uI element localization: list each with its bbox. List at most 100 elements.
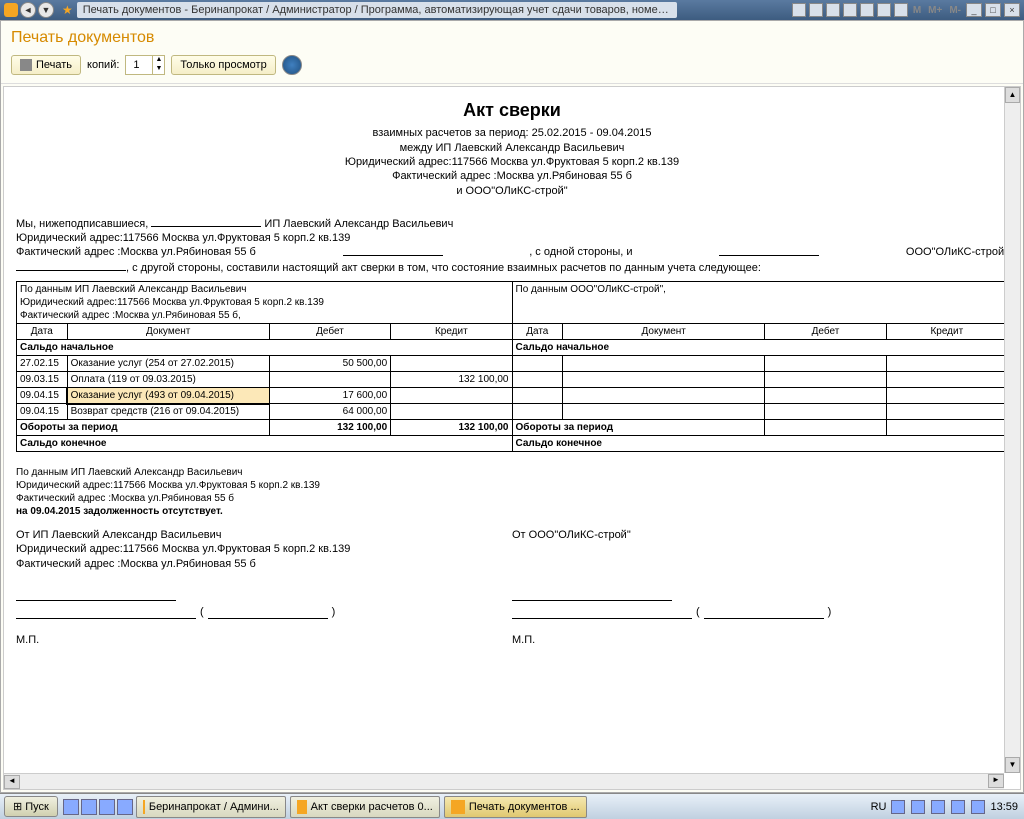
turnover-row: Обороты за период 132 100,00 132 100,00 … — [17, 420, 1008, 436]
start-icon: ⊞ — [13, 800, 22, 813]
taskbar-item[interactable]: Беринапрокат / Админи... — [136, 796, 286, 818]
table-row[interactable]: 27.02.15Оказание услуг (254 от 27.02.201… — [17, 356, 1008, 372]
copies-label: копий: — [87, 59, 119, 71]
tool-icon-2[interactable] — [809, 3, 823, 17]
app-window: Печать документов Печать копий: ▲ ▼ Толь… — [0, 20, 1024, 793]
toolbar: Печать копий: ▲ ▼ Только просмотр — [1, 51, 1023, 84]
preamble: Мы, нижеподписавшиеся, ИП Лаевский Алекс… — [16, 216, 1008, 275]
taskbar-item[interactable]: Печать документов ... — [444, 796, 587, 818]
tool-icon-1[interactable] — [792, 3, 806, 17]
doc-sub2: между ИП Лаевский Александр Васильевич — [16, 141, 1008, 155]
nav-fwd-button[interactable]: ▼ — [38, 2, 54, 18]
maximize-button[interactable]: □ — [985, 3, 1001, 17]
table-row[interactable]: 09.03.15Оплата (119 от 09.03.2015)132 10… — [17, 372, 1008, 388]
print-label: Печать — [36, 59, 72, 71]
table-row[interactable]: 09.04.15Возврат средств (216 от 09.04.20… — [17, 404, 1008, 420]
taskbar-item[interactable]: Акт сверки расчетов 0... — [290, 796, 440, 818]
favorite-icon[interactable]: ★ — [62, 3, 73, 17]
printer-icon — [20, 59, 32, 71]
debt-status: на 09.04.2015 задолженность отсутствует. — [16, 505, 1008, 518]
pre3c: ООО"ОЛиКС-строй" — [906, 245, 1008, 259]
taskbar: ⊞ Пуск Беринапрокат / Админи...Акт сверк… — [0, 793, 1024, 819]
sig-combo-right: () — [512, 605, 1008, 619]
sig-line-right — [512, 585, 672, 601]
clock[interactable]: 13:59 — [990, 801, 1018, 813]
doc-sub1: взаимных расчетов за период: 25.02.2015 … — [16, 126, 1008, 140]
lang-indicator[interactable]: RU — [871, 801, 887, 813]
m-minus-button[interactable]: M- — [947, 5, 963, 16]
saldo-end-row: Сальдо конечное Сальдо конечное — [17, 436, 1008, 452]
doc-sub4: Фактический адрес :Москва ул.Рябиновая 5… — [16, 169, 1008, 183]
blank-2 — [343, 245, 443, 256]
document-content: Акт сверки взаимных расчетов за период: … — [16, 99, 1008, 648]
quick-launch-3[interactable] — [99, 799, 115, 815]
mp-right: М.П. — [512, 633, 1008, 647]
sig-combo-left: () — [16, 605, 512, 619]
tool-icon-3[interactable] — [826, 3, 840, 17]
app-icon — [4, 3, 18, 17]
start-button[interactable]: ⊞ Пуск — [4, 796, 58, 817]
tool-icon-4[interactable] — [843, 3, 857, 17]
m-plus-button[interactable]: M+ — [926, 5, 944, 16]
footer-block: По данным ИП Лаевский Александр Васильев… — [16, 466, 1008, 518]
nav-back-button[interactable]: ◄ — [20, 2, 36, 18]
page-title: Печать документов — [1, 21, 1023, 51]
doc-title: Акт сверки — [16, 99, 1008, 122]
scroll-up[interactable]: ▲ — [1005, 87, 1020, 103]
pre3b: , с одной стороны, и — [529, 245, 632, 259]
tray-icon-2[interactable] — [911, 800, 925, 814]
help-button[interactable] — [282, 55, 302, 75]
sig-left: От ИП Лаевский Александр Васильевич Юрид… — [16, 528, 512, 647]
pre3a: Фактический адрес :Москва ул.Рябиновая 5… — [16, 245, 256, 259]
blank-3 — [719, 245, 819, 256]
col-headers: Дата Документ Дебет Кредит Дата Документ… — [17, 324, 1008, 340]
doc-sub3: Юридический адрес:117566 Москва ул.Фрукт… — [16, 155, 1008, 169]
system-tray: RU 13:59 — [865, 800, 1024, 814]
hdr-right: По данным ООО"ОЛиКС-строй", — [512, 282, 1008, 324]
blank-1 — [151, 216, 261, 227]
quick-launch-1[interactable] — [63, 799, 79, 815]
pre2: Юридический адрес:117566 Москва ул.Фрукт… — [16, 231, 1008, 245]
m-button[interactable]: M — [911, 5, 923, 16]
titlebar: ◄ ▼ ★ Печать документов - Беринапрокат /… — [0, 0, 1024, 20]
tool-icon-6[interactable] — [877, 3, 891, 17]
tool-icon-7[interactable] — [894, 3, 908, 17]
start-label: Пуск — [25, 801, 49, 813]
pre1b: ИП Лаевский Александр Васильевич — [261, 218, 453, 230]
spinner-up[interactable]: ▲ — [152, 56, 164, 65]
window-title: Печать документов - Беринапрокат / Админ… — [77, 2, 677, 18]
quick-launch-4[interactable] — [117, 799, 133, 815]
titlebar-right: M M+ M- _ □ × — [792, 3, 1020, 17]
print-button[interactable]: Печать — [11, 55, 81, 75]
close-button[interactable]: × — [1004, 3, 1020, 17]
sig-right: От ООО"ОЛиКС-строй" () М.П. — [512, 528, 1008, 647]
tray-icon-5[interactable] — [971, 800, 985, 814]
tool-icon-5[interactable] — [860, 3, 874, 17]
copies-input[interactable] — [126, 58, 146, 72]
scrollbar-horizontal[interactable]: ◄ ► — [4, 773, 1004, 789]
quick-launch-2[interactable] — [81, 799, 97, 815]
spinner-down[interactable]: ▼ — [152, 65, 164, 74]
copies-spinner[interactable]: ▲ ▼ — [125, 55, 165, 75]
preview-label: Только просмотр — [180, 59, 266, 71]
scrollbar-vertical[interactable]: ▲ ▼ — [1004, 87, 1020, 773]
tray-icon-4[interactable] — [951, 800, 965, 814]
mp-left: М.П. — [16, 633, 512, 647]
signature-row: От ИП Лаевский Александр Васильевич Юрид… — [16, 528, 1008, 647]
scroll-down[interactable]: ▼ — [1005, 757, 1020, 773]
document-area: Акт сверки взаимных расчетов за период: … — [3, 86, 1021, 790]
sig-line-left — [16, 585, 176, 601]
minimize-button[interactable]: _ — [966, 3, 982, 17]
scroll-right[interactable]: ► — [988, 774, 1004, 788]
tray-icon-3[interactable] — [931, 800, 945, 814]
preview-button[interactable]: Только просмотр — [171, 55, 275, 75]
nav-buttons: ◄ ▼ — [20, 2, 54, 18]
saldo-start-row: Сальдо начальное Сальдо начальное — [17, 340, 1008, 356]
hdr-left: По данным ИП Лаевский Александр Васильев… — [17, 282, 513, 324]
pre1a: Мы, нижеподписавшиеся, — [16, 218, 151, 230]
pre4: , с другой стороны, составили настоящий … — [126, 262, 761, 274]
blank-4 — [16, 260, 126, 271]
table-row[interactable]: 09.04.15Оказание услуг (493 от 09.04.201… — [17, 388, 1008, 404]
tray-icon-1[interactable] — [891, 800, 905, 814]
scroll-left[interactable]: ◄ — [4, 775, 20, 789]
